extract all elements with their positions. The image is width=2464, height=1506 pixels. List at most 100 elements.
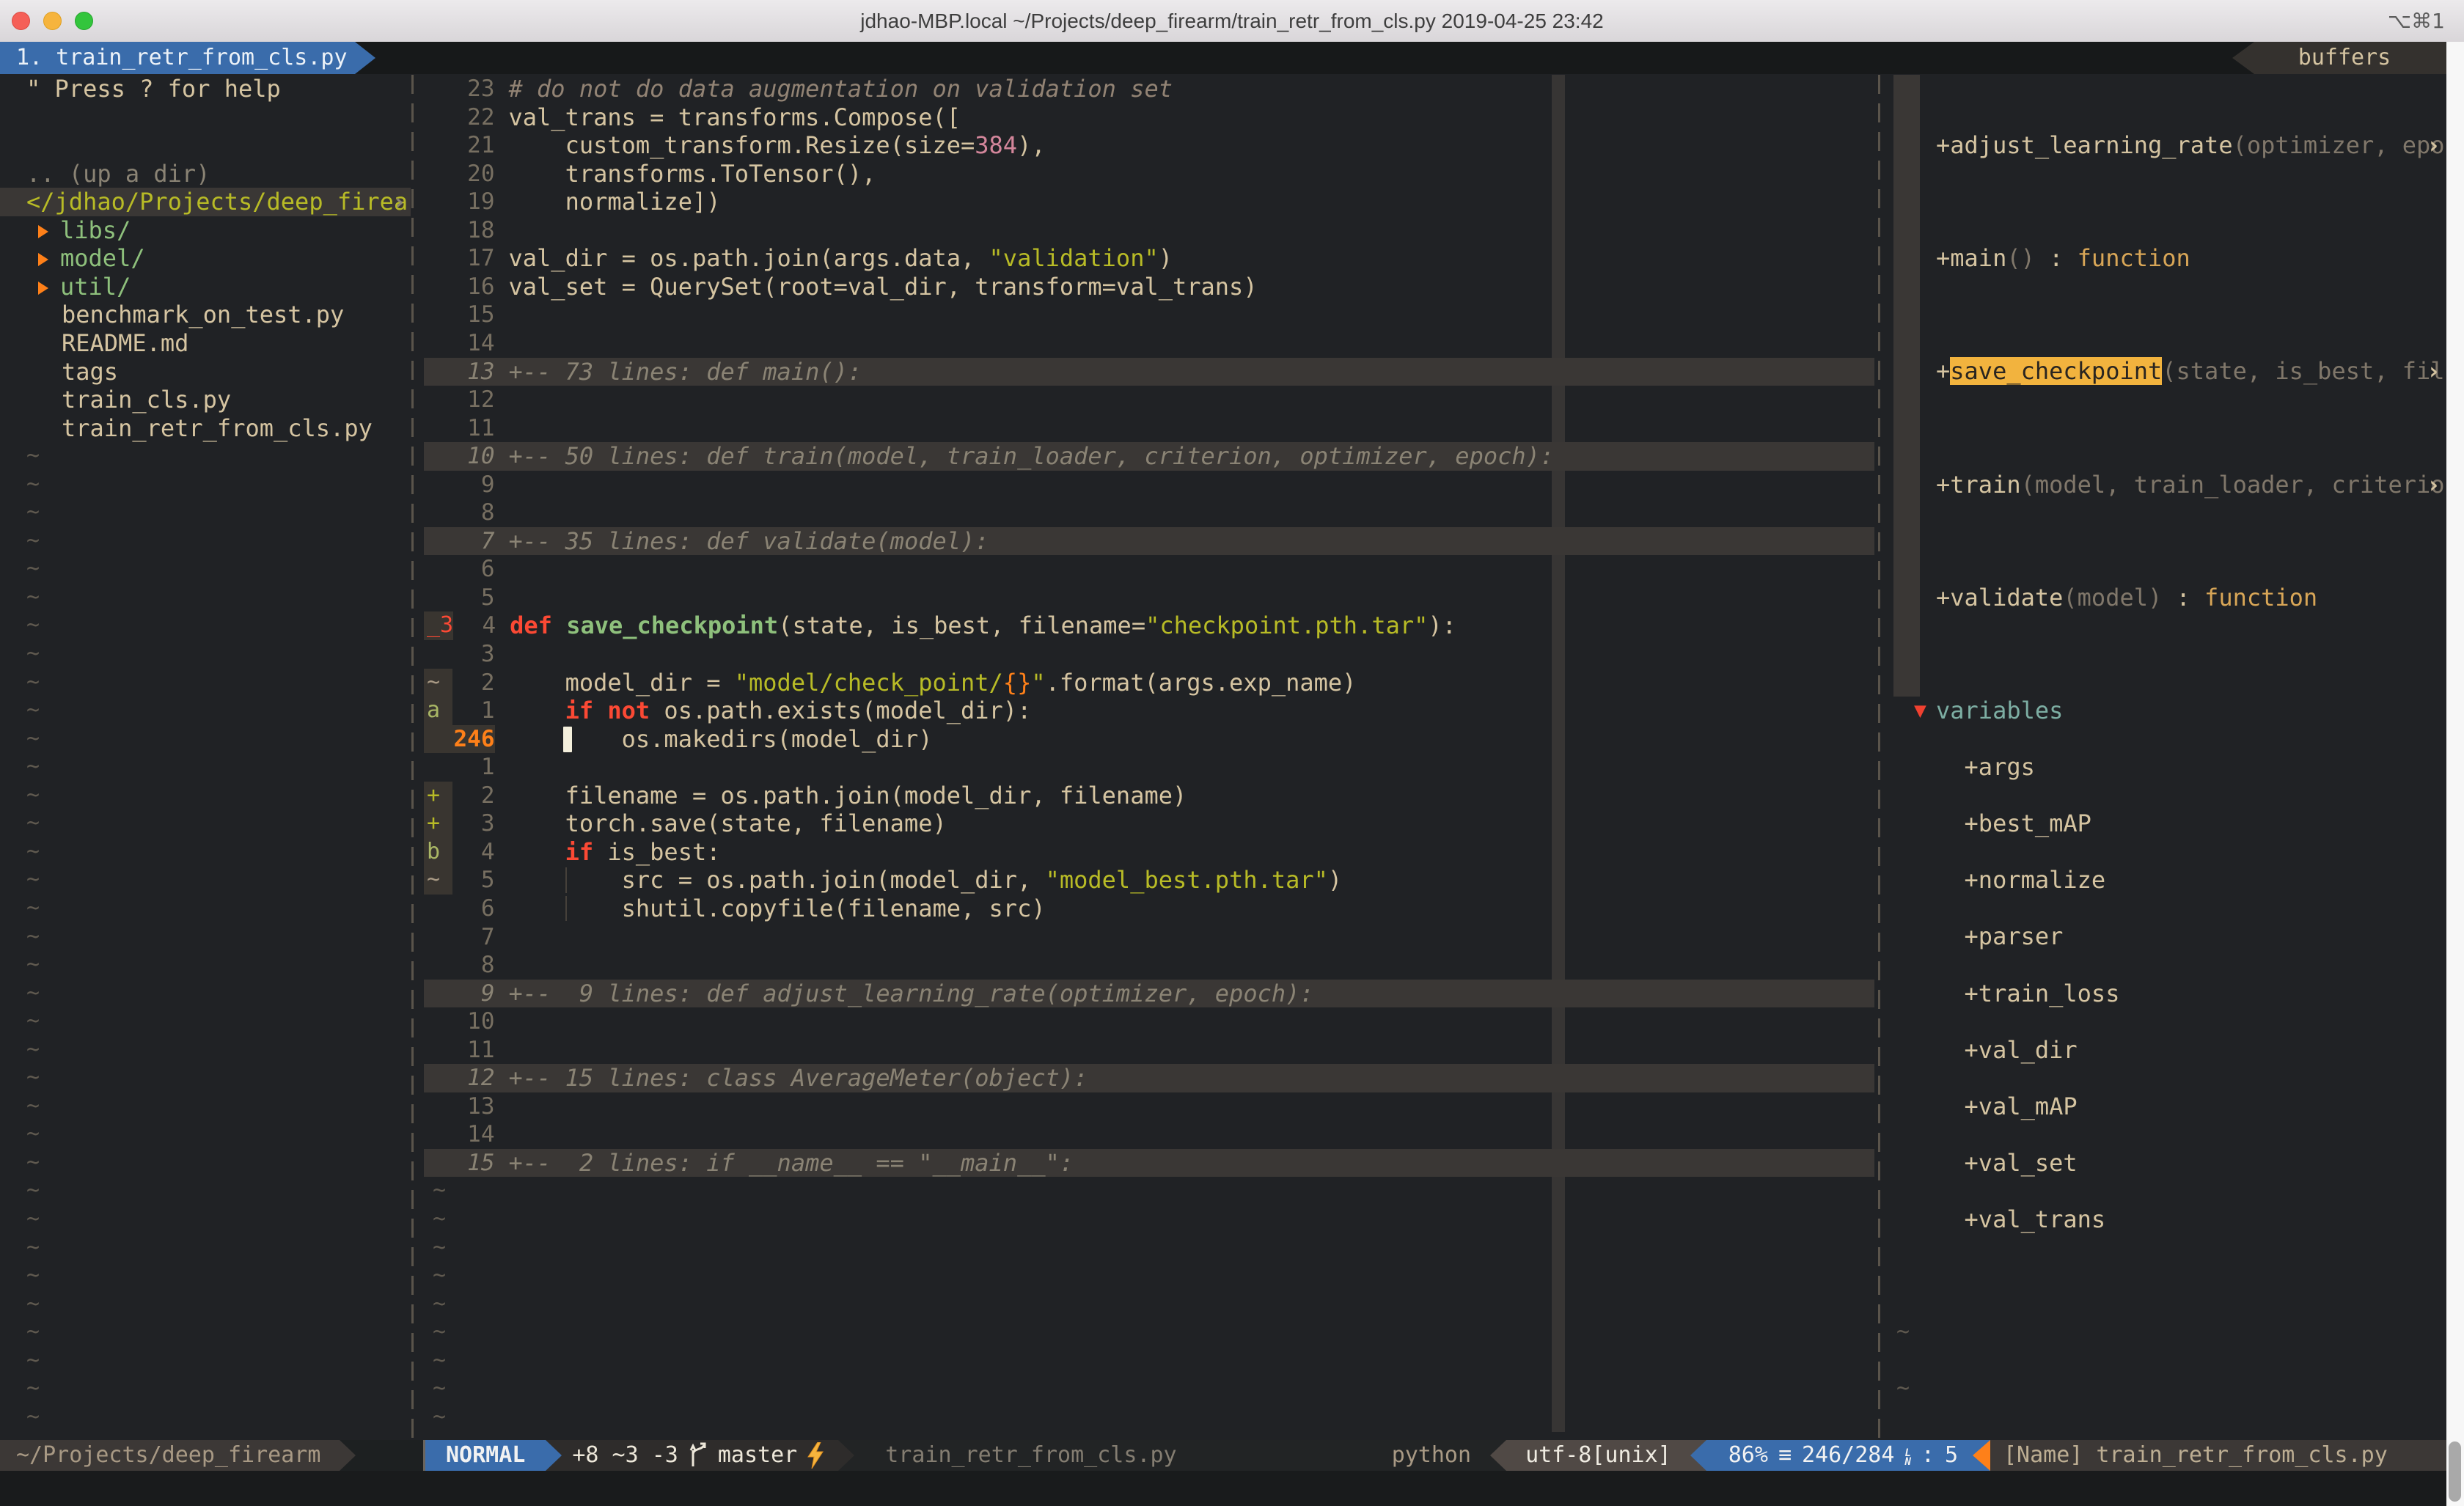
line-number: 9 [452,980,495,1008]
tree-item-benchmark_on_testpy[interactable]: benchmark_on_test.py [0,301,411,329]
tag-item[interactable]: +args [1892,753,2446,782]
folded-line[interactable]: 13+-- 73 lines: def main(): [424,358,1874,386]
fold-open-icon[interactable]: ▼ [1914,697,1926,725]
code-line[interactable]: 6 [424,555,1874,584]
tag-item[interactable]: +val_dir [1892,1036,2446,1065]
code-line[interactable]: 16val_set = QuerySet(root=val_dir, trans… [424,273,1874,301]
macos-title-bar: jdhao-MBP.local ~/Projects/deep_firearm/… [0,0,2464,43]
code-line[interactable]: ~5 src = os.path.join(model_dir, "model_… [424,866,1874,895]
powerline-arrow-icon [546,1440,562,1471]
tag-kind-variables[interactable]: ▼variables [1892,697,2446,725]
tree-root-path[interactable]: </jdhao/Projects/deep_firear› [0,188,411,216]
lightning-bolt-icon [806,1442,825,1469]
folded-line[interactable]: 15+-- 2 lines: if __name__ == "__main__"… [424,1149,1874,1178]
tag-item[interactable]: +save_checkpoint(state, is_best, fil› [1892,357,2446,386]
gutter-sign [424,584,452,612]
code-line[interactable]: a1 if not os.path.exists(model_dir): [424,697,1874,725]
code-line[interactable]: 21 custom_transform.Resize(size=384), [424,131,1874,160]
tag-item[interactable]: +val_set [1892,1149,2446,1178]
vim-tabline: 1. train_retr_from_cls.py buffers [0,42,2464,74]
terminal-scrollbar[interactable] [2446,42,2464,1506]
tag-item[interactable]: +train_loss [1892,980,2446,1008]
tag-item[interactable]: +train(model, train_loader, criterio› [1892,471,2446,499]
buffers-label[interactable]: buffers [2232,42,2446,74]
window-separator-left[interactable] [411,75,414,1440]
cwd-path: ~/Projects/deep_firearm [0,1440,340,1471]
code-line[interactable]: ~2 model_dir = "model/check_point/{}".fo… [424,669,1874,697]
line-number: 18 [452,216,495,245]
code-line[interactable]: 9 [424,471,1874,499]
code-line[interactable]: 8 [424,499,1874,527]
code-line[interactable]: 14 [424,1120,1874,1149]
code-line[interactable]: 3 [424,640,1874,669]
code-line[interactable]: 6 shutil.copyfile(filename, src) [424,895,1874,923]
empty-line: ~ [1892,1375,2446,1403]
empty-line: ~ [0,442,411,471]
folded-line[interactable]: 10+-- 50 lines: def train(model, train_l… [424,442,1874,471]
tag-item[interactable]: +main() : function [1892,244,2446,273]
code-line[interactable]: 7 [424,923,1874,952]
tag-item[interactable]: +val_mAP [1892,1092,2446,1121]
tag-item[interactable]: +normalize [1892,866,2446,895]
mode-indicator: NORMAL [425,1440,546,1471]
code-line[interactable]: +2 filename = os.path.join(model_dir, fi… [424,782,1874,810]
code-line[interactable]: 246 os.makedirs(model_dir) [424,725,1874,754]
code-line[interactable]: 1 [424,753,1874,782]
code-line[interactable]: 11 [424,1036,1874,1065]
code-line[interactable]: 20 transforms.ToTensor(), [424,160,1874,188]
code-line[interactable]: 12 [424,386,1874,414]
code-line[interactable]: 17val_dir = os.path.join(args.data, "val… [424,244,1874,273]
empty-line: ~ [0,584,411,612]
tree-item-tags[interactable]: tags [0,358,411,386]
code-line[interactable]: 18 [424,216,1874,245]
tab-train-retr-from-cls[interactable]: 1. train_retr_from_cls.py [0,42,375,74]
empty-line: ~ [0,951,411,980]
code-line[interactable]: 22val_trans = transforms.Compose([ [424,103,1874,132]
tag-item[interactable]: +val_trans [1892,1205,2446,1234]
window-separator-right[interactable] [1878,75,1880,1440]
scrollbar-thumb[interactable] [2449,1441,2461,1502]
folded-line[interactable]: 7+-- 35 lines: def validate(model): [424,527,1874,556]
tree-item-util[interactable]: util/ [0,273,411,301]
code-line[interactable]: 14 [424,329,1874,358]
code-line[interactable]: +3 torch.save(state, filename) [424,809,1874,838]
gutter-sign [424,527,452,556]
code-line[interactable]: 5 [424,584,1874,612]
tag-item[interactable]: +best_mAP [1892,809,2446,838]
tree-item-libs[interactable]: libs/ [0,216,411,245]
code-line[interactable]: _34def save_checkpoint(state, is_best, f… [424,611,1874,640]
tree-item-train_retr_from_clspy[interactable]: train_retr_from_cls.py [0,414,411,443]
empty-line: ~ [0,555,411,584]
gutter-sign [424,640,452,669]
tag-item[interactable]: +parser [1892,922,2446,951]
empty-line: ~ [424,1234,1874,1263]
gutter-sign [424,131,452,160]
command-line[interactable] [0,1471,2446,1506]
line-number: 15 [452,301,495,329]
folded-line[interactable]: 12+-- 15 lines: class AverageMeter(objec… [424,1064,1874,1092]
folded-line[interactable]: 9+-- 9 lines: def adjust_learning_rate(o… [424,980,1874,1008]
code-line[interactable]: 15 [424,301,1874,329]
code-line[interactable]: b4 if is_best: [424,838,1874,867]
code-line[interactable]: 23# do not do data augmentation on valid… [424,75,1874,103]
empty-line: ~ [0,753,411,782]
tree-item: " Press ? for help [0,75,411,103]
code-line[interactable]: 11 [424,414,1874,443]
code-line[interactable]: 10 [424,1007,1874,1036]
line-number: 17 [452,244,495,273]
hunks-summary: +8 ~3 -3 [572,1440,678,1471]
tree-item-model[interactable]: model/ [0,244,411,273]
editor-pane[interactable]: 23# do not do data augmentation on valid… [424,75,1874,1432]
code-line[interactable]: 8 [424,951,1874,980]
tree-item-train_clspy[interactable]: train_cls.py [0,386,411,414]
empty-line: ~ [1892,1318,2446,1347]
empty-line: ~ [0,838,411,867]
line-number: 12 [452,386,495,414]
code-line[interactable]: 19 normalize]) [424,188,1874,216]
empty-line: ~ [0,611,411,640]
tag-item[interactable]: +adjust_learning_rate(optimizer, epo› [1892,131,2446,160]
tree-item-READMEmd[interactable]: README.md [0,329,411,358]
tag-item[interactable]: +validate(model) : function [1892,584,2446,612]
code-line[interactable]: 13 [424,1092,1874,1121]
line-number: 5 [452,866,495,895]
